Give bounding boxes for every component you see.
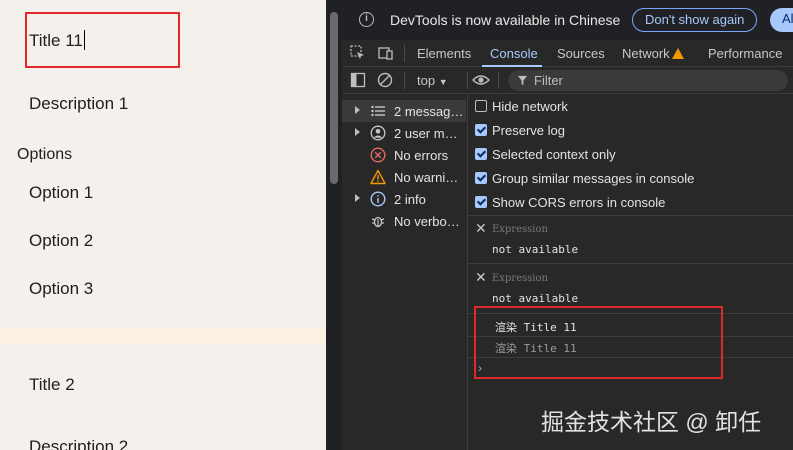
context-selector-value: top (417, 73, 436, 88)
sidebar-item-verbose[interactable]: No verbo… (342, 210, 466, 232)
hide-network-label: Hide network (492, 99, 568, 114)
watermark: 掘金技术社区 @ 卸任 (541, 409, 762, 435)
group-similar-label: Group similar messages in console (492, 171, 695, 186)
filter-placeholder: Filter (534, 73, 563, 88)
sidebar-toggle-icon[interactable] (350, 72, 366, 88)
toolbar-separator (498, 72, 499, 89)
error-icon (370, 147, 386, 163)
live-expression-label: Expression (492, 224, 548, 235)
option-2[interactable]: Option 2 (29, 231, 93, 251)
option-1[interactable]: Option 1 (29, 183, 93, 203)
always-match-button[interactable]: Alw (770, 8, 793, 32)
preserve-log-checkbox[interactable] (475, 124, 487, 136)
devtools-tabbar: Elements Console Sources Network Perform… (342, 40, 793, 67)
devtools-panel: i DevTools is now available in Chinese D… (342, 0, 793, 450)
live-expression-label: Expression (492, 273, 548, 284)
language-infobar: i DevTools is now available in Chinese D… (342, 0, 793, 40)
highlight-box-console-logs (474, 306, 723, 379)
sidebar-item-label: No warni… (394, 170, 459, 185)
console-sidebar: 2 messag… 2 user m… No errors No warni… … (342, 94, 468, 450)
tab-network[interactable]: Network (622, 46, 684, 61)
scrollbar-thumb[interactable] (330, 12, 338, 184)
list-icon (371, 105, 385, 117)
selected-context-checkbox[interactable] (475, 148, 487, 160)
console-settings: Hide network Preserve log Selected conte… (468, 94, 793, 216)
group-similar-checkbox[interactable] (475, 172, 487, 184)
tab-sources[interactable]: Sources (557, 46, 605, 61)
option-3[interactable]: Option 3 (29, 279, 93, 299)
console-toolbar: top ▼ Filter (342, 67, 793, 94)
dont-show-again-button[interactable]: Don't show again (632, 8, 758, 32)
item-separator-band (0, 328, 326, 344)
context-selector[interactable]: top ▼ (417, 73, 448, 88)
tab-elements[interactable]: Elements (417, 46, 471, 61)
sidebar-item-label: 2 user m… (394, 126, 458, 141)
sidebar-item-label: 2 info (394, 192, 426, 207)
cors-errors-label: Show CORS errors in console (492, 195, 666, 210)
divider (468, 215, 793, 216)
live-expression-value: not available (492, 243, 579, 256)
highlight-box-title-input (25, 12, 180, 68)
title-2: Title 2 (29, 375, 75, 394)
sidebar-item-label: No errors (394, 148, 449, 163)
sidebar-item-warnings[interactable]: No warni… (342, 166, 466, 188)
cors-errors-checkbox[interactable] (475, 196, 487, 208)
expand-arrow-icon[interactable] (355, 194, 360, 202)
sidebar-item-label: No verbo… (394, 214, 460, 229)
chevron-down-icon: ▼ (438, 77, 448, 87)
sidebar-item-messages[interactable]: 2 messag… (342, 100, 466, 122)
sidebar-item-label: 2 messag… (394, 104, 464, 119)
description-2: Description 2 (29, 437, 129, 450)
expand-arrow-icon[interactable] (355, 128, 360, 136)
remove-expression-icon[interactable]: ✕ (475, 269, 487, 286)
toolbar-separator (404, 72, 405, 89)
tab-console[interactable]: Console (490, 46, 538, 61)
clear-console-icon[interactable] (377, 72, 393, 88)
sidebar-item-info[interactable]: 2 info (342, 188, 466, 210)
infobar-message: DevTools is now available in Chinese (390, 12, 621, 28)
description-1: Description 1 (29, 94, 129, 113)
info-icon: i (359, 12, 374, 27)
warning-icon (370, 169, 386, 185)
page-scrollbar[interactable] (326, 0, 342, 450)
hide-network-checkbox[interactable] (475, 100, 487, 112)
tab-network-label: Network (622, 46, 670, 61)
live-expression-value: not available (492, 292, 579, 305)
options-label: Options (17, 146, 73, 163)
preserve-log-label: Preserve log (492, 123, 565, 138)
toolbar-separator (404, 45, 405, 62)
filter-input[interactable]: Filter (508, 70, 788, 91)
sidebar-item-errors[interactable]: No errors (342, 144, 466, 166)
selected-context-label: Selected context only (492, 147, 616, 162)
sidebar-item-user-messages[interactable]: 2 user m… (342, 122, 466, 144)
filter-icon (517, 75, 528, 86)
info-icon (370, 191, 386, 207)
live-expression-eye-icon[interactable] (472, 72, 490, 88)
toolbar-separator (467, 72, 468, 89)
user-icon (370, 125, 386, 141)
tab-performance[interactable]: Performance (708, 46, 782, 61)
divider (468, 263, 793, 264)
expand-arrow-icon[interactable] (355, 106, 360, 114)
remove-expression-icon[interactable]: ✕ (475, 220, 487, 237)
device-toolbar-icon[interactable] (378, 45, 394, 61)
bug-icon (371, 216, 385, 228)
network-warning-icon (671, 48, 684, 59)
inspect-element-icon[interactable] (350, 45, 366, 61)
